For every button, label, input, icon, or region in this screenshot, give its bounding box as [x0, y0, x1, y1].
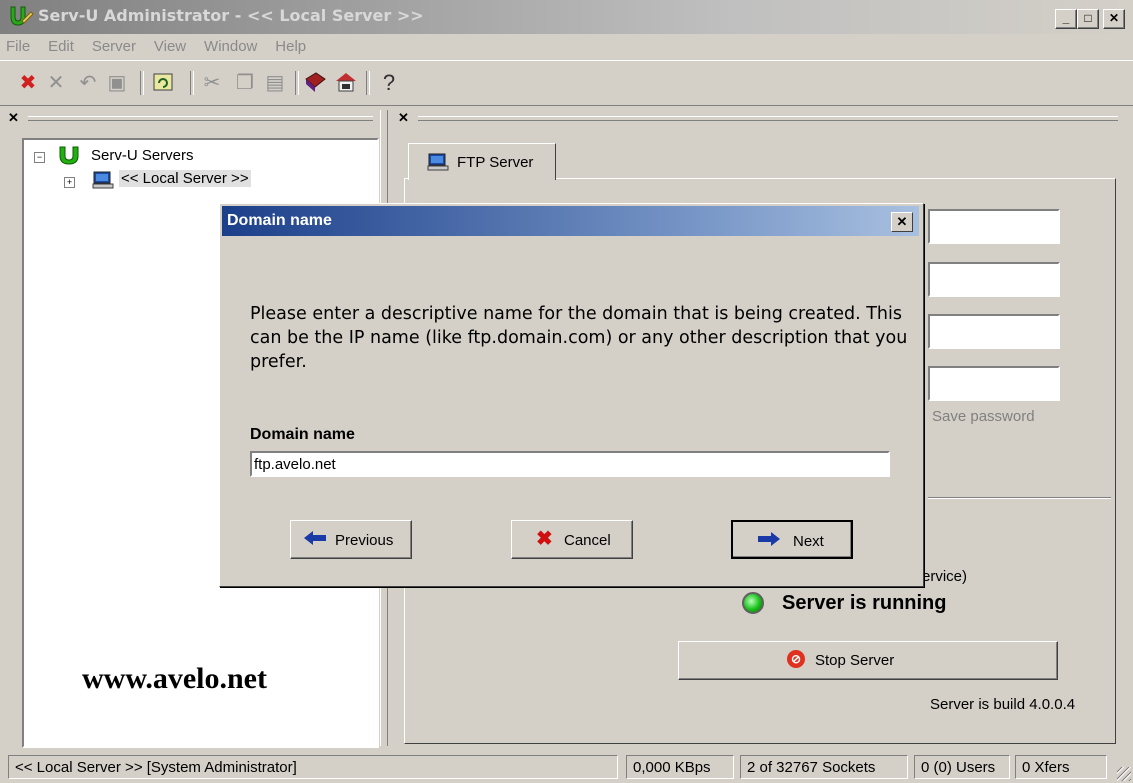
about-icon[interactable]: ? [377, 71, 401, 95]
tab-label: FTP Server [457, 154, 534, 171]
status-xfers: 0 Xfers [1015, 755, 1107, 779]
web-icon[interactable] [334, 71, 358, 95]
status-speed: 0,000 KBps [626, 755, 734, 779]
close-window-button[interactable]: ✕ [1103, 9, 1125, 29]
status-server-user: << Local Server >> [System Administrator… [8, 755, 618, 779]
domain-name-dialog: Domain name ✕ Please enter a descriptive… [219, 203, 924, 587]
dialog-title-bar: Domain name ✕ [222, 206, 919, 236]
server-field-3[interactable] [928, 314, 1060, 349]
dialog-message: Please enter a descriptive name for the … [250, 304, 908, 372]
menu-server[interactable]: Server [92, 38, 136, 55]
menu-file[interactable]: File [6, 38, 30, 55]
save-password-label[interactable]: Save password [932, 408, 1035, 425]
build-version-text: Server is build 4.0.0.4 [930, 696, 1076, 713]
service-option-label[interactable]: ervice) [922, 568, 967, 585]
save-icon[interactable]: ▣ [105, 71, 129, 95]
arrow-right-icon [757, 531, 781, 550]
tab-ftp-server[interactable]: FTP Server [408, 143, 556, 180]
menu-help[interactable]: Help [275, 38, 306, 55]
server-field-4[interactable] [928, 366, 1060, 401]
domain-name-label: Domain name [250, 426, 355, 443]
menu-bar: File Edit Server View Window Help [0, 34, 1133, 58]
expand-icon[interactable]: + [64, 177, 75, 188]
toolbar-separator [190, 71, 194, 95]
toolbar: ✖ ✕ ↶ ▣ ✂ ❐ ▤ ? [0, 60, 1133, 106]
toolbar-separator [295, 71, 299, 95]
tree-item-servers[interactable]: Serv-U Servers [91, 147, 194, 164]
computer-icon [92, 170, 114, 193]
tree-pane-grip [28, 116, 373, 121]
next-label: Next [793, 533, 824, 550]
next-button[interactable]: Next [731, 520, 853, 559]
status-sockets: 2 of 32767 Sockets [740, 755, 908, 779]
running-indicator-icon [742, 592, 764, 614]
server-field-1[interactable] [928, 209, 1060, 244]
close-tree-pane-icon[interactable]: ✕ [8, 110, 19, 126]
disconnect-icon[interactable]: ✖ [16, 71, 40, 95]
cut-icon[interactable]: ✂ [200, 71, 224, 95]
dialog-close-button[interactable]: ✕ [891, 212, 913, 232]
stop-server-label: Stop Server [815, 652, 895, 669]
resize-grip-icon[interactable] [1117, 767, 1131, 781]
toolbar-separator [366, 71, 370, 95]
minimize-button[interactable]: _ [1055, 9, 1077, 29]
collapse-icon[interactable]: − [34, 152, 45, 163]
stop-icon: ⊘ [787, 650, 805, 668]
toolbar-separator [140, 71, 144, 95]
copy-icon[interactable]: ❐ [233, 71, 257, 95]
tree-item-local-server[interactable]: << Local Server >> [119, 170, 251, 187]
title-bar: Serv-U Administrator - << Local Server >… [0, 0, 1133, 34]
previous-button[interactable]: Previous [290, 520, 412, 559]
cancel-label: Cancel [564, 532, 611, 549]
dialog-title: Domain name [227, 212, 332, 229]
computer-icon [427, 152, 449, 175]
maximize-button[interactable]: □ [1077, 9, 1099, 29]
menu-edit[interactable]: Edit [48, 38, 74, 55]
previous-label: Previous [335, 532, 394, 549]
status-bar: << Local Server >> [System Administrator… [0, 748, 1133, 783]
serv-u-app-icon [8, 5, 34, 32]
paste-icon[interactable]: ▤ [263, 71, 287, 95]
menu-view[interactable]: View [154, 38, 186, 55]
watermark-text: www.avelo.net [82, 662, 267, 695]
close-detail-pane-icon[interactable]: ✕ [398, 110, 409, 126]
delete-icon[interactable]: ✕ [44, 71, 68, 95]
domain-name-input[interactable] [250, 451, 890, 477]
server-field-2[interactable] [928, 262, 1060, 297]
undo-icon[interactable]: ↶ [76, 71, 100, 95]
arrow-left-icon [303, 530, 327, 549]
detail-pane-grip [418, 116, 1118, 121]
cancel-x-icon: ✖ [536, 528, 553, 550]
window-title: Serv-U Administrator - << Local Server >… [38, 6, 424, 25]
status-users: 0 (0) Users [914, 755, 1010, 779]
serv-u-logo-icon [57, 146, 81, 169]
cancel-button[interactable]: ✖ Cancel [511, 520, 633, 559]
separator [928, 497, 1111, 499]
refresh-icon[interactable] [151, 71, 175, 95]
menu-window[interactable]: Window [204, 38, 257, 55]
stop-server-button[interactable]: ⊘ Stop Server [678, 641, 1058, 680]
help-book-icon[interactable] [303, 71, 327, 95]
server-status-text: Server is running [782, 592, 947, 614]
